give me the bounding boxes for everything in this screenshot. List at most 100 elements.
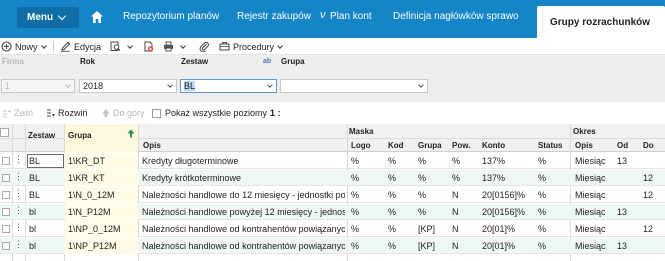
col-od[interactable]: Od	[617, 141, 628, 150]
cell-kod[interactable]: %	[388, 241, 396, 251]
cell-logo[interactable]: %	[351, 156, 359, 166]
cell-grupa[interactable]: 1\NP_P12M	[68, 241, 117, 251]
cell-kod[interactable]: %	[388, 207, 396, 217]
cell-okres-opis[interactable]: Miesiąc	[575, 224, 606, 234]
cell-od[interactable]: 13	[617, 207, 627, 217]
table-row[interactable]: ⋮ BL 1\KR_DT Kredyty długoterminowe%%%% 137%…	[0, 153, 665, 169]
row-menu-icon[interactable]: ⋮	[14, 188, 23, 199]
col-kod[interactable]: Kod	[388, 141, 404, 150]
cell-kod[interactable]: %	[388, 156, 396, 166]
table-row[interactable]: ⋮ bl 1\N_P12M Należności handlowe powyżej 1…	[0, 204, 665, 220]
cell-logo[interactable]: %	[351, 207, 359, 217]
cell-pow[interactable]: N	[452, 241, 459, 251]
cell-konto[interactable]: 20[01]%	[482, 241, 515, 251]
cell-konto[interactable]: 137%	[482, 156, 505, 166]
row-checkbox[interactable]	[2, 208, 10, 216]
tab-definicja-naglowkow[interactable]: Definicja nagłówków sprawo	[393, 11, 528, 22]
cell-od[interactable]: 13	[617, 156, 627, 166]
search-button[interactable]	[110, 39, 133, 54]
cell-okres-opis[interactable]: Miesiąc	[575, 241, 606, 251]
show-all-levels-checkbox[interactable]	[152, 108, 161, 118]
tab-repozytorium-planow[interactable]: Repozytorium planów	[123, 11, 219, 22]
cell-opis[interactable]: Należności handlowe do 12 miesięcy - jed…	[142, 190, 345, 200]
show-all-levels-toggle[interactable]: Pokaż wszystkie poziomy 1 :	[152, 108, 281, 118]
tab-plan-kont[interactable]: Plan kont	[330, 11, 372, 22]
col-opis[interactable]: Opis	[143, 141, 161, 150]
cell-kod[interactable]: %	[388, 190, 396, 200]
cell-logo[interactable]: %	[351, 173, 359, 183]
cell-status[interactable]: %	[538, 173, 546, 183]
procedures-button[interactable]: Procedury	[219, 39, 283, 54]
cell-logo[interactable]: %	[351, 241, 359, 251]
cell-status[interactable]: %	[538, 207, 546, 217]
abc-icon[interactable]: ab	[263, 58, 271, 65]
cell-grupa[interactable]: 1\NP_0_12M	[68, 224, 121, 234]
cell-opis[interactable]: Należności handlowe powyżej 12 miesięcy …	[142, 207, 345, 217]
row-menu-icon[interactable]: ⋮	[14, 154, 23, 165]
cell-grupa2[interactable]: %	[418, 173, 426, 183]
cell-grupa2[interactable]: %	[418, 207, 426, 217]
row-checkbox[interactable]	[2, 191, 10, 199]
cell-do[interactable]: 12	[643, 190, 653, 200]
cell-pow[interactable]: %	[452, 156, 460, 166]
table-row[interactable]: ⋮ bl 1\NP_P12M Należności handlowe od kontr…	[0, 238, 665, 254]
table-row[interactable]: ⋮ bl 1\NP_0_12M Należności handlowe od kont…	[0, 221, 665, 237]
cell-grupa[interactable]: 1\N_0_12M	[68, 190, 115, 200]
expand-button[interactable]: Rozwiń	[46, 108, 88, 118]
row-menu-icon[interactable]: ⋮	[14, 222, 23, 233]
col-pow[interactable]: Pow.	[452, 141, 470, 150]
row-checkbox[interactable]	[2, 174, 10, 182]
cell-pow[interactable]: N	[452, 190, 459, 200]
tab-rejestr-zakupow[interactable]: Rejestr zakupów	[237, 11, 311, 22]
cell-konto[interactable]: 137%	[482, 173, 505, 183]
cell-konto[interactable]: 20[0156]%	[482, 207, 525, 217]
row-menu-icon[interactable]: ⋮	[14, 205, 23, 216]
row-checkbox[interactable]	[2, 157, 10, 165]
row-menu-icon[interactable]: ⋮	[14, 239, 23, 250]
print-button[interactable]	[163, 39, 186, 54]
cell-konto[interactable]: 20[0156]%	[482, 190, 525, 200]
cell-okres-opis[interactable]: Miesiąc	[575, 207, 606, 217]
col-zestaw[interactable]: Zestaw	[28, 131, 55, 140]
grupa-select[interactable]	[280, 79, 428, 93]
cell-pow[interactable]: N	[452, 224, 459, 234]
tab-grupy-rozrachunkow[interactable]: Grupy rozrachunków	[537, 6, 665, 38]
row-menu-icon[interactable]: ⋮	[14, 171, 23, 182]
cell-zestaw[interactable]: BL	[29, 156, 40, 166]
cell-logo[interactable]: %	[351, 190, 359, 200]
collapse-button[interactable]: Zwiń	[2, 108, 33, 118]
cell-do[interactable]: 12	[643, 224, 653, 234]
col-do[interactable]: Do	[643, 141, 654, 150]
cell-pow[interactable]: N	[452, 207, 459, 217]
table-row[interactable]: ⋮ BL 1\N_0_12M Należności handlowe do 12 mi…	[0, 187, 665, 203]
cell-grupa2[interactable]: [KP]	[418, 241, 435, 251]
cell-kod[interactable]: %	[388, 173, 396, 183]
new-button[interactable]: Nowy	[1, 39, 47, 54]
col-okres-opis[interactable]: Opis	[575, 141, 593, 150]
col-status[interactable]: Status	[538, 141, 562, 150]
cell-okres-opis[interactable]: Miesiąc	[575, 156, 606, 166]
zestaw-select[interactable]: BL	[180, 79, 277, 93]
edit-button[interactable]: Edycja	[60, 39, 101, 54]
cell-zestaw[interactable]: bl	[29, 207, 36, 217]
cell-od[interactable]: 13	[617, 241, 627, 251]
delete-button[interactable]	[143, 39, 157, 54]
col-grupa2[interactable]: Grupa	[418, 141, 442, 150]
rok-select[interactable]: 2018	[79, 79, 177, 93]
cell-logo[interactable]: %	[351, 224, 359, 234]
cell-opis[interactable]: Należności handlowe od kontrahentów powi…	[142, 224, 345, 234]
cell-status[interactable]: %	[538, 190, 546, 200]
col-konto[interactable]: Konto	[482, 141, 505, 150]
cell-konto[interactable]: 20[01]%	[482, 224, 515, 234]
cell-grupa[interactable]: 1\KR_KT	[68, 173, 105, 183]
cell-zestaw[interactable]: bl	[29, 241, 36, 251]
cell-do[interactable]: 12	[643, 173, 653, 183]
col-grupa[interactable]: Grupa	[68, 131, 92, 140]
select-all-checkbox[interactable]	[0, 128, 9, 137]
cell-opis[interactable]: Kredyty długoterminowe	[142, 156, 239, 166]
cell-pow[interactable]: %	[452, 173, 460, 183]
cell-okres-opis[interactable]: Miesiąc	[575, 173, 606, 183]
cell-zestaw[interactable]: bl	[29, 224, 36, 234]
cell-status[interactable]: %	[538, 224, 546, 234]
col-logo[interactable]: Logo	[351, 141, 371, 150]
